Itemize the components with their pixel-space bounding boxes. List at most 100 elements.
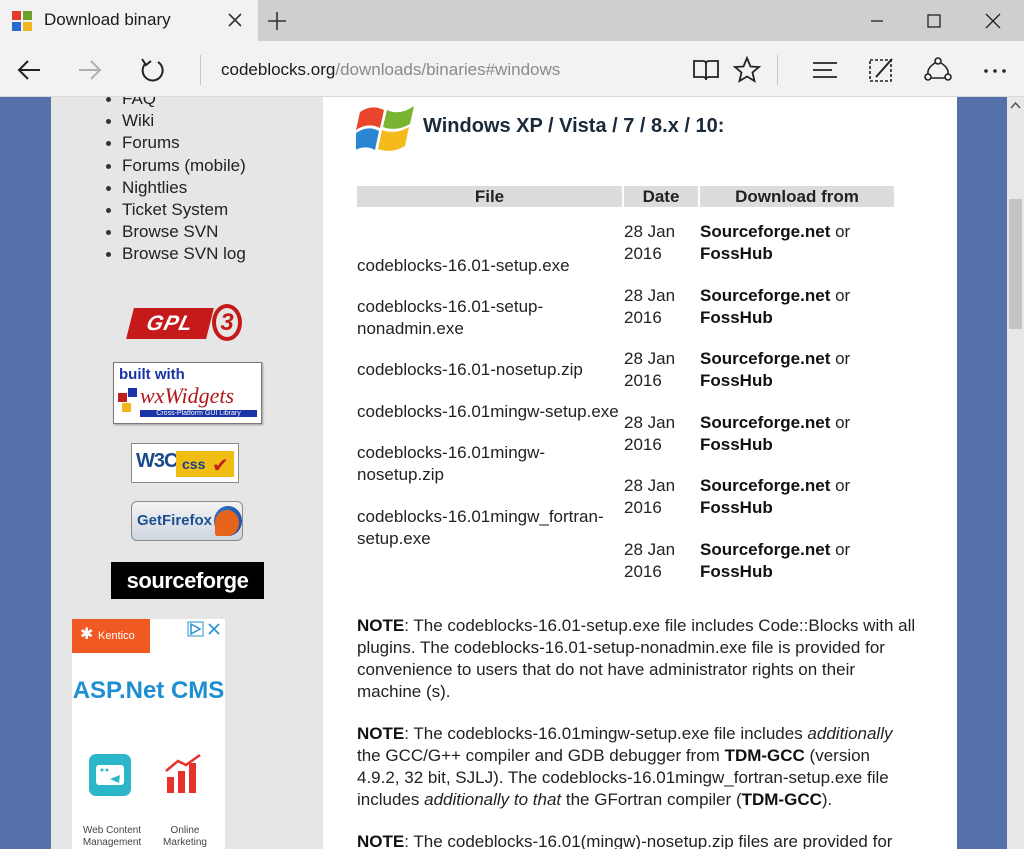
download-links: Sourceforge.net or FossHub	[700, 285, 900, 329]
checkmark-icon: ✔	[212, 455, 229, 477]
note-label: NOTE	[357, 832, 405, 849]
w3c-css-badge[interactable]: W3C css ✔	[131, 443, 239, 483]
sourceforge-link[interactable]: Sourceforge.net	[700, 476, 830, 495]
url-path: /downloads/binaries#windows	[335, 60, 561, 79]
note-text: : The codeblocks-16.01-setup.exe file in…	[357, 616, 916, 701]
new-tab-icon[interactable]	[264, 8, 290, 34]
title-bar: Download binary	[0, 0, 1024, 41]
sourceforge-link[interactable]: Sourceforge.net	[700, 222, 830, 241]
sourceforge-link[interactable]: Sourceforge.net	[700, 540, 830, 559]
note-paragraph: NOTE: The codeblocks-16.01mingw-setup.ex…	[357, 723, 917, 811]
download-links: Sourceforge.net or FossHub	[700, 348, 900, 392]
download-links: Sourceforge.net or FossHub	[700, 221, 900, 265]
or-text: or	[835, 476, 851, 495]
nav-forums[interactable]: Forums	[106, 132, 246, 154]
get-firefox-badge[interactable]: GetFirefox	[131, 501, 243, 541]
address-separator	[200, 55, 201, 85]
nav-nightlies[interactable]: Nightlies	[106, 177, 246, 199]
gpl-badge-version: 3	[212, 304, 242, 341]
scrollbar-thumb[interactable]	[1009, 199, 1022, 329]
file-name: codeblocks-16.01mingw-nosetup.zip	[357, 443, 546, 484]
tdm-gcc-link[interactable]: TDM-GCC	[725, 746, 805, 765]
sourceforge-link[interactable]: Sourceforge.net	[700, 413, 830, 432]
nav-browse-svn-log[interactable]: Browse SVN log	[106, 243, 246, 265]
column-header-date: Date	[624, 186, 698, 207]
fosshub-link[interactable]: FossHub	[700, 244, 773, 263]
sidebar-nav: FAQ Wiki Forums Forums (mobile) Nightlie…	[106, 97, 246, 266]
windows-logo-icon	[352, 100, 416, 155]
note-label: NOTE	[357, 724, 405, 743]
kentico-logo-icon: ✱	[80, 626, 94, 643]
fosshub-link[interactable]: FossHub	[700, 371, 773, 390]
refresh-icon[interactable]	[137, 55, 167, 85]
share-icon[interactable]	[923, 55, 953, 85]
close-window-icon[interactable]	[970, 6, 1016, 36]
maximize-icon[interactable]	[911, 6, 957, 36]
back-arrow-icon[interactable]	[14, 55, 44, 85]
page-viewport: FAQ Wiki Forums Forums (mobile) Nightlie…	[0, 97, 1007, 849]
sourceforge-link[interactable]: Sourceforge.net	[700, 349, 830, 368]
favorite-star-icon[interactable]	[732, 55, 762, 85]
browser-tab[interactable]: Download binary	[0, 0, 258, 41]
more-icon[interactable]	[980, 55, 1010, 85]
file-name: codeblocks-16.01mingw-setup.exe	[357, 402, 619, 421]
tdm-gcc-link[interactable]: TDM-GCC	[742, 790, 822, 809]
note-text: the GFortran compiler (	[561, 790, 742, 809]
gpl-badge-text: GPL	[126, 308, 214, 339]
sourceforge-link[interactable]: Sourceforge.net	[700, 286, 830, 305]
download-links: Sourceforge.net or FossHub	[700, 412, 900, 456]
or-text: or	[835, 286, 851, 305]
vertical-scrollbar[interactable]	[1007, 97, 1024, 849]
file-date: 28 Jan 2016	[624, 540, 676, 581]
browser-toolbar: codeblocks.org/downloads/binaries#window…	[0, 41, 1024, 97]
nav-faq[interactable]: FAQ	[106, 97, 246, 110]
page-heading: Windows XP / Vista / 7 / 8.x / 10:	[423, 115, 725, 137]
advertisement[interactable]: ✱ Kentico ASP.Net CMS Web Content Manage…	[72, 619, 225, 849]
scroll-up-arrow-icon[interactable]	[1007, 97, 1024, 114]
fosshub-link[interactable]: FossHub	[700, 498, 773, 517]
download-links: Sourceforge.net or FossHub	[700, 539, 900, 583]
favicon-icon	[12, 11, 32, 31]
nav-wiki[interactable]: Wiki	[106, 110, 246, 132]
fosshub-link[interactable]: FossHub	[700, 308, 773, 327]
wxwidgets-badge[interactable]: built with wxWidgets Cross-Platform GUI …	[113, 362, 262, 424]
close-tab-icon[interactable]	[224, 9, 246, 31]
nav-ticket-system[interactable]: Ticket System	[106, 199, 246, 221]
hub-icon[interactable]	[810, 55, 840, 85]
fosshub-link[interactable]: FossHub	[700, 562, 773, 581]
minimize-icon[interactable]	[854, 6, 900, 36]
note-paragraph: NOTE: The codeblocks-16.01(mingw)-nosetu…	[357, 831, 917, 849]
ad-choices-icon[interactable]	[187, 621, 223, 637]
sourceforge-badge[interactable]: sourceforge	[111, 562, 264, 599]
toolbar-separator	[777, 55, 778, 85]
online-marketing-icon	[164, 753, 204, 797]
note-text: the GCC/G++ compiler and GDB debugger fr…	[357, 746, 725, 765]
or-text: or	[835, 222, 851, 241]
file-name: codeblocks-16.01-nosetup.zip	[357, 360, 583, 379]
file-name: codeblocks-16.01-setup.exe	[357, 256, 570, 275]
web-note-icon[interactable]	[866, 55, 896, 85]
address-bar[interactable]: codeblocks.org/downloads/binaries#window…	[221, 60, 560, 80]
ad-brand: ✱ Kentico	[72, 619, 150, 653]
fosshub-link[interactable]: FossHub	[700, 435, 773, 454]
or-text: or	[835, 540, 851, 559]
reading-view-icon[interactable]	[691, 55, 721, 85]
or-text: or	[835, 349, 851, 368]
note-label: NOTE	[357, 616, 405, 635]
wx-line3: Cross-Platform GUI Library	[140, 410, 257, 417]
nav-browse-svn[interactable]: Browse SVN	[106, 221, 246, 243]
file-date: 28 Jan 2016	[624, 349, 676, 390]
note-emphasis: additionally to that	[424, 790, 562, 809]
note-text: : The codeblocks-16.01mingw-setup.exe fi…	[404, 724, 808, 743]
file-date: 28 Jan 2016	[624, 222, 676, 263]
gpl3-badge[interactable]: GPL 3	[126, 303, 244, 343]
file-name: codeblocks-16.01mingw_fortran-setup.exe	[357, 507, 604, 548]
nav-forums-mobile[interactable]: Forums (mobile)	[106, 155, 246, 177]
file-date: 28 Jan 2016	[624, 476, 676, 517]
firefox-label: GetFirefox	[137, 512, 213, 529]
note-text: : The codeblocks-16.01(mingw)-nosetup.zi…	[404, 832, 893, 849]
wx-line2: wxWidgets	[140, 383, 235, 408]
column-header-download: Download from	[700, 186, 894, 207]
forward-arrow-icon[interactable]	[75, 55, 105, 85]
column-header-file: File	[357, 186, 622, 207]
